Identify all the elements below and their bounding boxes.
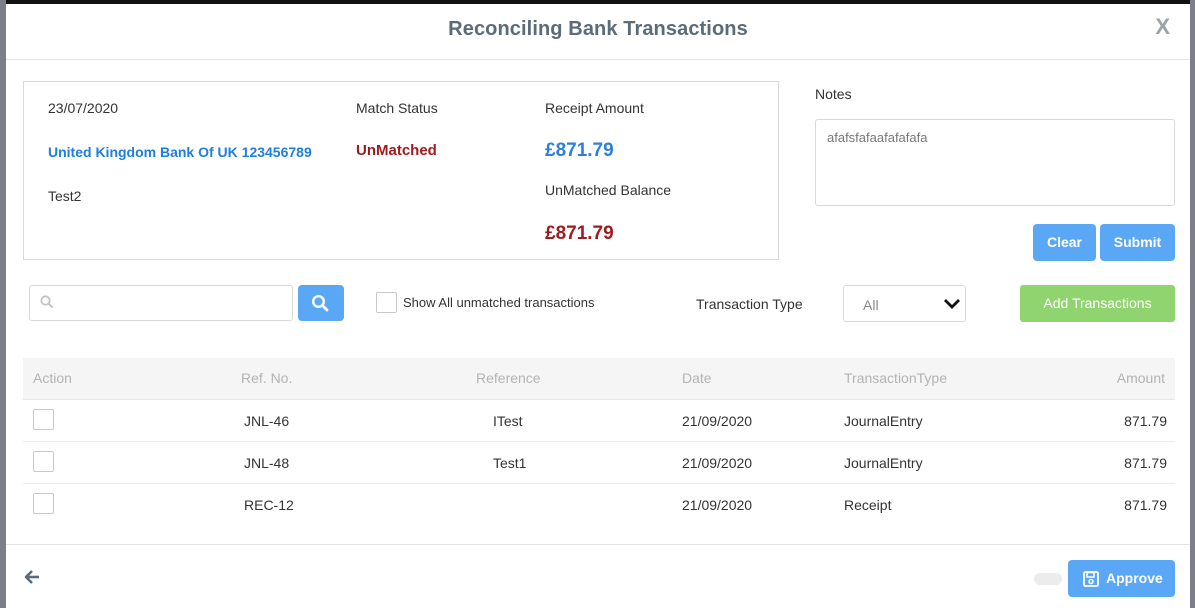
transaction-date: 23/07/2020 [48,100,119,116]
transactions-table: Action Ref. No. Reference Date Transacti… [23,358,1175,526]
cell-ref-no: JNL-48 [244,455,290,471]
chevron-down-icon [944,299,960,309]
modal-title: Reconciling Bank Transactions [448,18,748,40]
approve-label: Approve [1106,570,1163,586]
show-all-unmatched-checkbox[interactable] [376,292,397,313]
reconcile-modal: Reconciling Bank Transactions X 23/07/20… [6,0,1190,608]
row-checkbox[interactable] [33,451,54,472]
cell-reference: ITest [493,413,523,429]
search-icon [311,294,329,312]
cell-amount: 871.79 [1124,455,1167,471]
show-all-unmatched-label: Show All unmatched transactions [403,295,595,310]
cell-transaction-type: JournalEntry [844,455,923,471]
table-row: JNL-48 Test1 21/09/2020 JournalEntry 871… [23,442,1175,484]
cell-ref-no: REC-12 [244,497,294,513]
cell-amount: 871.79 [1124,413,1167,429]
transaction-description: Test2 [48,188,82,204]
match-status-value: UnMatched [356,142,437,159]
modal-header: Reconciling Bank Transactions X [6,4,1190,60]
table-row: REC-12 21/09/2020 Receipt 871.79 [23,484,1175,526]
submit-button[interactable]: Submit [1100,224,1175,261]
row-checkbox[interactable] [33,409,54,430]
approve-button[interactable]: Approve [1068,560,1175,597]
unmatched-balance-label: UnMatched Balance [545,182,672,198]
receipt-amount-value: £871.79 [545,140,614,161]
close-icon[interactable]: X [1155,14,1170,40]
header-date: Date [682,370,712,386]
cell-reference: Test1 [493,455,527,471]
bank-account-link[interactable]: United Kingdom Bank Of UK 123456789 [48,144,312,160]
transaction-type-value: All [863,297,879,313]
transaction-type-label: Transaction Type [696,296,803,312]
table-header: Action Ref. No. Reference Date Transacti… [23,358,1175,400]
header-transaction-type: TransactionType [844,370,947,386]
header-amount: Amount [1116,370,1165,386]
cell-date: 21/09/2020 [682,497,753,513]
match-status-label: Match Status [356,100,438,116]
search-icon [40,295,54,314]
back-arrow-icon[interactable] [24,569,40,590]
header-action: Action [33,370,72,386]
cell-date: 21/09/2020 [682,413,753,429]
transaction-summary: 23/07/2020 United Kingdom Bank Of UK 123… [23,81,779,260]
cell-transaction-type: Receipt [844,497,892,513]
receipt-amount-label: Receipt Amount [545,100,644,116]
row-checkbox[interactable] [33,493,54,514]
search-button[interactable] [298,285,344,321]
modal-footer: Approve [6,544,1190,608]
save-icon [1083,571,1099,587]
transaction-type-select[interactable]: All [843,285,966,322]
notes-textarea[interactable]: afafsfafaafafafafa [815,119,1175,206]
search-input[interactable] [29,285,293,321]
cell-amount: 871.79 [1124,497,1167,513]
toggle-switch[interactable] [1034,573,1062,585]
header-ref-no: Ref. No. [241,370,293,386]
clear-button[interactable]: Clear [1033,224,1096,261]
table-row: JNL-46 ITest 21/09/2020 JournalEntry 871… [23,400,1175,442]
cell-ref-no: JNL-46 [244,413,290,429]
cell-date: 21/09/2020 [682,455,753,471]
header-reference: Reference [476,370,541,386]
cell-transaction-type: JournalEntry [844,413,923,429]
add-transactions-button[interactable]: Add Transactions [1020,285,1175,322]
notes-label: Notes [815,86,852,102]
unmatched-balance-value: £871.79 [545,223,614,244]
